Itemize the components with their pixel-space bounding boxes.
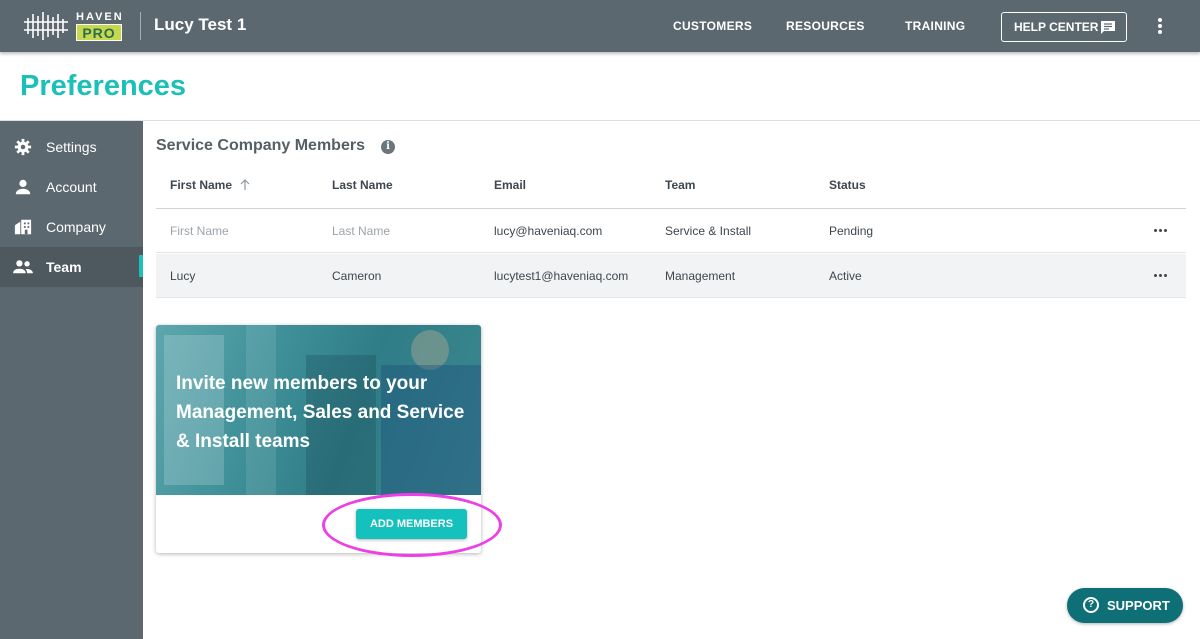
row-more-icon[interactable] xyxy=(1154,268,1170,282)
sort-ascending-icon xyxy=(240,179,250,190)
support-label: SUPPORT xyxy=(1107,598,1170,613)
column-header-label: First Name xyxy=(170,178,233,192)
column-header-last-name[interactable]: Last Name xyxy=(332,178,393,192)
sidebar-item-label: Settings xyxy=(46,139,97,155)
haven-pro-logo[interactable]: HAVEN PRO xyxy=(24,10,124,42)
cell-email: lucy@haveniaq.com xyxy=(494,224,603,238)
cell-last-name: Cameron xyxy=(332,269,382,283)
row-more-icon[interactable] xyxy=(1154,223,1170,237)
table-row[interactable]: Lucy Cameron lucytest1@haveniaq.com Mana… xyxy=(156,254,1186,298)
invite-members-card: Invite new members to your Management, S… xyxy=(156,325,481,553)
help-center-button[interactable]: HELP CENTER xyxy=(1001,12,1127,42)
sidebar-item-label: Account xyxy=(46,179,97,195)
page-header-divider xyxy=(0,120,1200,121)
people-icon xyxy=(13,260,33,274)
cell-first-name: Lucy xyxy=(170,269,196,283)
logo-text-haven: HAVEN xyxy=(76,11,124,23)
sidebar-item-account[interactable]: Account xyxy=(0,167,143,207)
column-header-team[interactable]: Team xyxy=(665,178,695,192)
preferences-sidebar: Settings Account Company Team xyxy=(0,121,143,639)
active-indicator xyxy=(139,255,143,277)
invite-card-text: Invite new members to your Management, S… xyxy=(176,373,465,452)
nav-resources[interactable]: RESOURCES xyxy=(786,19,865,33)
table-row[interactable]: First Name Last Name lucy@haveniaq.com S… xyxy=(156,209,1186,253)
sidebar-item-settings[interactable]: Settings xyxy=(0,127,143,167)
cell-first-name: First Name xyxy=(170,224,229,238)
cell-status: Pending xyxy=(829,224,874,238)
members-section-title: Service Company Members xyxy=(156,137,365,154)
sidebar-item-team[interactable]: Team xyxy=(0,247,143,287)
cell-email: lucytest1@haveniaq.com xyxy=(494,269,629,283)
sidebar-item-company[interactable]: Company xyxy=(0,207,143,247)
help-center-label: HELP CENTER xyxy=(1014,20,1099,34)
building-icon xyxy=(14,219,32,235)
page-title: Preferences xyxy=(20,70,187,102)
more-menu-icon[interactable] xyxy=(1150,16,1170,36)
chat-icon xyxy=(1101,21,1115,34)
cell-last-name: Last Name xyxy=(332,224,391,238)
header-divider xyxy=(140,12,141,40)
top-navigation-bar: HAVEN PRO Lucy Test 1 CUSTOMERS RESOURCE… xyxy=(0,0,1200,52)
invite-card-photo: Invite new members to your Management, S… xyxy=(156,325,481,495)
logo-text-pro: PRO xyxy=(76,24,122,41)
nav-training[interactable]: TRAINING xyxy=(905,19,965,33)
info-icon[interactable]: i xyxy=(381,140,395,154)
cell-team: Management xyxy=(665,269,736,283)
add-members-button[interactable]: ADD MEMBERS xyxy=(356,509,467,539)
column-header-first-name[interactable]: First Name xyxy=(170,178,250,192)
gear-icon xyxy=(14,138,32,156)
person-icon xyxy=(15,179,31,195)
cell-team: Service & Install xyxy=(665,224,752,238)
company-name: Lucy Test 1 xyxy=(154,15,247,34)
sidebar-item-label: Company xyxy=(46,219,106,235)
sidebar-item-label: Team xyxy=(46,259,82,275)
haven-logo-icon xyxy=(24,12,68,40)
question-icon: ? xyxy=(1083,597,1099,613)
nav-customers[interactable]: CUSTOMERS xyxy=(673,19,752,33)
support-button[interactable]: ? SUPPORT xyxy=(1067,588,1183,623)
column-header-email[interactable]: Email xyxy=(494,178,526,192)
column-header-status[interactable]: Status xyxy=(829,178,866,192)
cell-status: Active xyxy=(829,269,862,283)
